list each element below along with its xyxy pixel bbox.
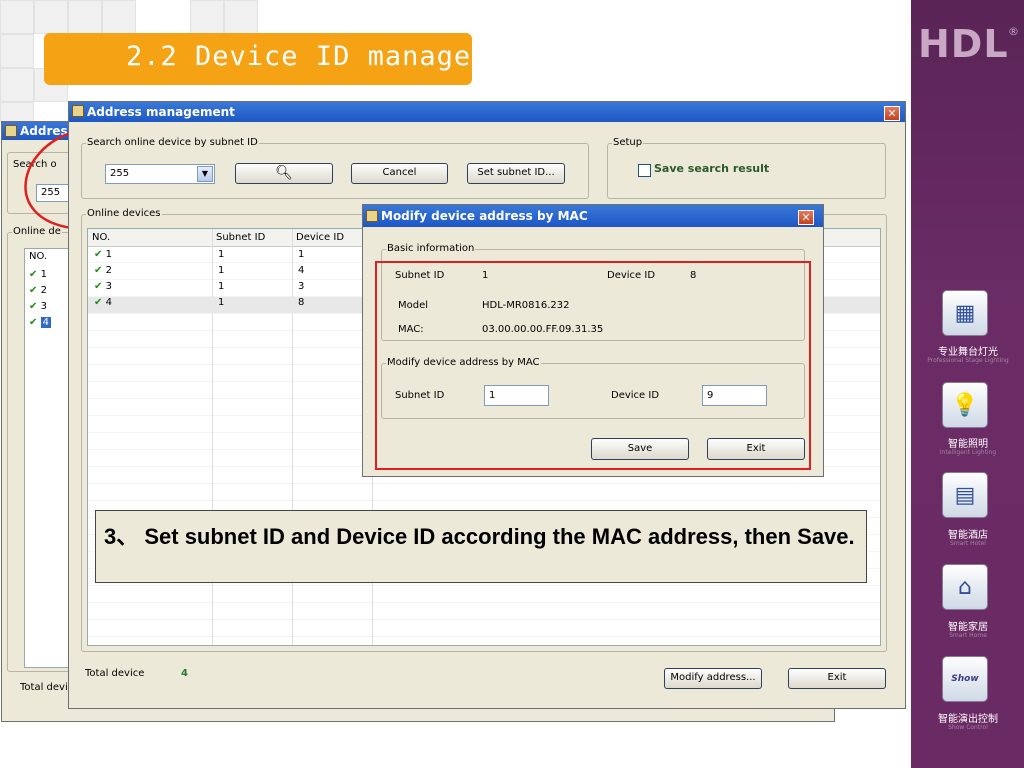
total-device-label: Total device bbox=[85, 668, 145, 679]
hdl-logo: HDL bbox=[918, 22, 1009, 66]
app-icon bbox=[72, 105, 84, 117]
check-icon: ✔ bbox=[29, 301, 38, 312]
menu-sub-show: Show Control bbox=[948, 724, 988, 731]
back-total-label: Total devic bbox=[20, 682, 74, 693]
app-icon bbox=[366, 210, 378, 222]
close-icon[interactable]: ✕ bbox=[884, 106, 900, 121]
dialog-titlebar[interactable]: Modify device address by MAC bbox=[363, 205, 823, 227]
col-header-device[interactable]: Device ID bbox=[296, 232, 344, 243]
instruction-caption: 3、 Set subnet ID and Device ID according… bbox=[95, 510, 867, 583]
bg-tile bbox=[68, 0, 102, 34]
setup-group-label: Setup bbox=[612, 137, 644, 148]
menu-label-lighting: 智能照明 bbox=[948, 439, 988, 450]
check-icon: ✔ bbox=[29, 317, 38, 328]
bg-tile bbox=[0, 68, 34, 102]
menu-sub-stage: Professional Stage Lighting bbox=[927, 357, 1009, 364]
menu-label-show: 智能演出控制 bbox=[938, 714, 998, 725]
highlight-box bbox=[375, 261, 811, 470]
subnet-select[interactable]: 255 ▼ bbox=[105, 164, 215, 184]
home-icon[interactable]: ⌂ bbox=[942, 564, 988, 610]
back-row[interactable]: ✔ 3 bbox=[29, 301, 47, 312]
modify-by-mac-dialog: Modify device address by MAC ✕ Basic inf… bbox=[362, 204, 824, 477]
bg-tile bbox=[34, 0, 68, 34]
bg-tile bbox=[102, 0, 136, 34]
bg-tile bbox=[0, 34, 34, 68]
main-window-title: Address management bbox=[87, 105, 235, 119]
check-icon: ✔ bbox=[94, 265, 103, 276]
slide-title: 2.2 Device ID manage bbox=[126, 41, 472, 72]
hotel-icon[interactable]: ▤ bbox=[942, 472, 988, 518]
bg-tile bbox=[0, 0, 34, 34]
check-icon: ✔ bbox=[94, 281, 103, 292]
stage-lighting-icon[interactable]: ▦ bbox=[942, 290, 988, 336]
menu-sub-lighting: Intelligent Lighting bbox=[939, 449, 997, 456]
menu-label-hotel: 智能酒店 bbox=[948, 530, 988, 541]
check-icon: ✔ bbox=[94, 249, 103, 260]
menu-label-stage: 专业舞台灯光 bbox=[938, 347, 998, 358]
show-control-icon[interactable]: Show bbox=[942, 656, 988, 702]
check-icon: ✔ bbox=[94, 297, 103, 308]
bulb-icon[interactable]: 💡 bbox=[942, 382, 988, 428]
menu-label-home: 智能家居 bbox=[948, 622, 988, 633]
check-icon: ✔ bbox=[29, 285, 38, 296]
menu-sub-hotel: Smart Hotel bbox=[950, 540, 986, 547]
check-icon: ✔ bbox=[29, 269, 38, 280]
search-group-label: Search online device by subnet ID bbox=[86, 137, 259, 148]
total-device-count: 4 bbox=[181, 668, 188, 679]
exit-button[interactable]: Exit bbox=[788, 668, 886, 689]
bg-tile bbox=[190, 0, 224, 34]
back-col-no: NO. bbox=[29, 251, 48, 262]
bg-tile bbox=[224, 0, 258, 34]
bg-tile bbox=[0, 102, 34, 122]
col-header-no[interactable]: NO. bbox=[92, 232, 110, 243]
back-row[interactable]: ✔ 1 bbox=[29, 269, 47, 280]
search-button[interactable]: 🔍︎ bbox=[235, 163, 333, 184]
main-titlebar[interactable]: Address management bbox=[69, 102, 905, 122]
basic-info-label: Basic information bbox=[386, 243, 476, 254]
back-row[interactable]: ✔ 2 bbox=[29, 285, 47, 296]
registered-mark: ® bbox=[1008, 25, 1019, 38]
subnet-select-value: 255 bbox=[110, 168, 130, 179]
back-row[interactable]: ✔ 4 bbox=[29, 317, 51, 328]
col-header-subnet[interactable]: Subnet ID bbox=[216, 232, 265, 243]
set-subnet-button[interactable]: Set subnet ID... bbox=[467, 163, 565, 184]
save-search-checkbox[interactable] bbox=[638, 164, 651, 177]
modify-address-button[interactable]: Modify address... bbox=[664, 668, 762, 689]
online-devices-label: Online devices bbox=[86, 208, 162, 219]
dialog-title: Modify device address by MAC bbox=[381, 209, 588, 223]
save-search-label: Save search result bbox=[654, 162, 770, 175]
menu-sub-home: Smart Home bbox=[949, 632, 987, 639]
cancel-button[interactable]: Cancel bbox=[351, 163, 448, 184]
dialog-close-icon[interactable]: ✕ bbox=[798, 210, 814, 225]
show-badge: Show bbox=[951, 674, 979, 684]
search-icon: 🔍︎ bbox=[275, 165, 293, 181]
chevron-down-icon[interactable]: ▼ bbox=[197, 166, 213, 182]
